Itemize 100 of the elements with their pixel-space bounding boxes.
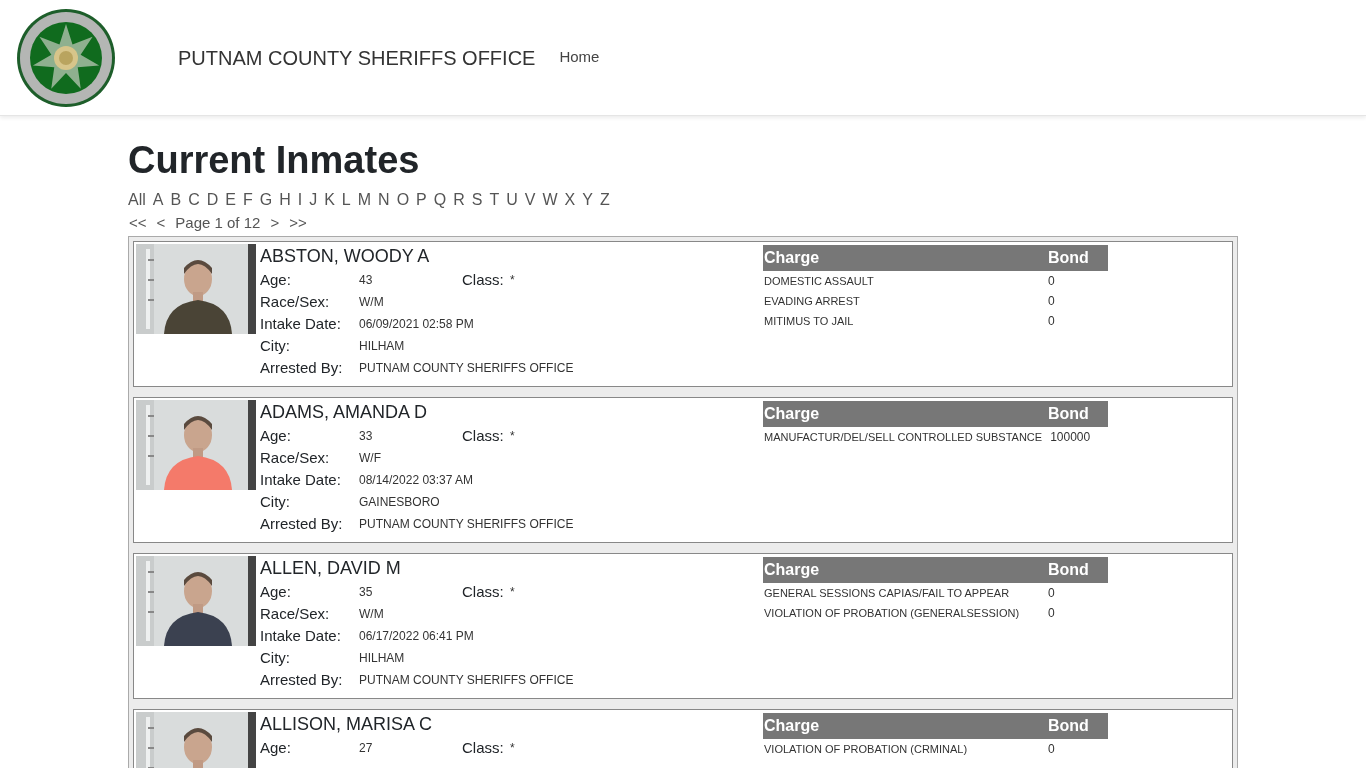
next-page-link[interactable]: > [270, 213, 280, 233]
column-header: Charge [763, 248, 821, 268]
field-value: PUTNAM COUNTY SHERIFFS OFFICE [359, 516, 574, 533]
field-value: PUTNAM COUNTY SHERIFFS OFFICE [359, 672, 574, 689]
page-heading: Current Inmates [128, 138, 421, 183]
letter-filter-link[interactable]: B [170, 190, 182, 210]
letter-filter-link[interactable]: V [524, 190, 536, 210]
bond-cell-text: 0 [1048, 605, 1055, 622]
field-label: City: [260, 491, 291, 512]
field-label: Arrested By: [260, 669, 344, 690]
letter-filter-link[interactable]: O [396, 190, 410, 210]
field-value: W/M [359, 606, 385, 623]
field-label: Class: [462, 425, 505, 446]
column-header: Bond [1048, 248, 1089, 268]
letter-filter-link[interactable]: S [471, 190, 483, 210]
letter-filter-link[interactable]: F [242, 190, 253, 210]
letter-filter-link[interactable]: U [506, 190, 518, 210]
field-label: Arrested By: [260, 357, 344, 378]
letter-filter-link[interactable]: L [341, 190, 351, 210]
field-label: City: [260, 647, 291, 668]
bond-cell-text: 0 [1048, 293, 1055, 310]
letter-filter-link[interactable]: Q [433, 190, 447, 210]
field-value: 33 [359, 428, 374, 445]
letter-filter-link[interactable]: K [324, 190, 335, 210]
page-indicator: Page 1 of 12 [175, 213, 261, 233]
field-value: PUTNAM COUNTY SHERIFFS OFFICE [359, 360, 574, 377]
letter-filter-link[interactable]: All [128, 190, 146, 210]
letter-filter-link[interactable]: G [259, 190, 273, 210]
field-value: W/M [359, 294, 385, 311]
charge-cell-text: DOMESTIC ASSAULT [763, 273, 875, 289]
letter-filter-link[interactable]: C [188, 190, 200, 210]
letter-filter-link[interactable]: J [309, 190, 318, 210]
field-value: W/F [359, 450, 382, 467]
field-value: * [510, 584, 515, 601]
letter-filter-link[interactable]: Y [582, 190, 593, 210]
field-label: Class: [462, 737, 505, 758]
field-label: Age: [260, 581, 292, 602]
inmate-name[interactable]: ALLEN, DAVID M [260, 557, 760, 579]
field-label: Intake Date: [260, 469, 342, 490]
field-value: 06/17/2022 06:41 PM [359, 628, 474, 645]
field-label: Intake Date: [260, 625, 342, 646]
letter-filter-link[interactable]: P [416, 190, 427, 210]
column-header: Charge [763, 716, 821, 736]
field-label: Age: [260, 425, 292, 446]
field-value: HILHAM [359, 650, 406, 667]
charge-cell-text: MITIMUS TO JAIL [763, 313, 855, 329]
letter-filter-link[interactable]: A [152, 190, 164, 210]
charge-cell-text: VIOLATION OF PROBATION (CRMINAL) [763, 741, 969, 757]
bond-cell-text: 100000 [1050, 429, 1091, 446]
field-label: Race/Sex: [260, 603, 331, 624]
last-page-link[interactable]: >> [289, 213, 307, 233]
column-header: Charge [763, 560, 821, 580]
letter-filter-link[interactable]: E [225, 190, 236, 210]
bond-cell-text: 0 [1048, 585, 1055, 602]
bond-cell-text: 0 [1048, 741, 1055, 758]
charge-cell-text: MANUFACTUR/DEL/SELL CONTROLLED SUBSTANCE [763, 429, 1044, 445]
field-label: City: [260, 335, 291, 356]
field-label: Race/Sex: [260, 291, 331, 312]
field-label: Arrested By: [260, 513, 344, 534]
letter-filter-link[interactable]: D [206, 190, 219, 210]
site-title[interactable]: PUTNAM COUNTY SHERIFFS OFFICE [178, 42, 536, 73]
inmate-name[interactable]: ADAMS, AMANDA D [260, 401, 760, 423]
field-value: 35 [359, 584, 374, 601]
field-label: Class: [462, 269, 505, 290]
letter-filter-link[interactable]: N [378, 190, 390, 210]
column-header: Bond [1048, 404, 1089, 424]
field-label: Intake Date: [260, 313, 342, 334]
column-header: Bond [1048, 560, 1089, 580]
first-page-link[interactable]: << [129, 213, 147, 233]
letter-filter-link[interactable]: R [453, 190, 465, 210]
sheriff-badge-logo[interactable] [16, 7, 116, 108]
nav-link[interactable]: Home [559, 46, 600, 69]
bond-cell-text: 0 [1048, 313, 1055, 330]
field-label: Class: [462, 581, 505, 602]
field-value: GAINESBORO [359, 494, 441, 511]
field-value: * [510, 740, 515, 757]
previous-page-link[interactable]: < [156, 213, 166, 233]
field-value: HILHAM [359, 338, 406, 355]
letter-filter-link[interactable]: H [279, 190, 291, 210]
field-label: Age: [260, 737, 292, 758]
field-value: 27 [359, 740, 374, 757]
field-value: * [510, 428, 515, 445]
charge-cell-text: GENERAL SESSIONS CAPIAS/FAIL TO APPEAR [763, 585, 1011, 601]
field-label: Age: [260, 269, 292, 290]
column-header: Charge [763, 404, 821, 424]
inmate-name[interactable]: ABSTON, WOODY A [260, 245, 760, 267]
letter-filter-link[interactable]: T [489, 190, 500, 210]
column-header: Bond [1048, 716, 1089, 736]
field-value: 08/14/2022 03:37 AM [359, 472, 474, 489]
field-value: 06/09/2021 02:58 PM [359, 316, 474, 333]
bond-cell-text: 0 [1048, 273, 1055, 290]
letter-filter-link[interactable]: M [357, 190, 372, 210]
letter-filter-link[interactable]: Z [599, 190, 610, 210]
field-label: Race/Sex: [260, 447, 331, 468]
letter-filter-link[interactable]: I [297, 190, 303, 210]
inmate-name[interactable]: ALLISON, MARISA C [260, 713, 760, 735]
charge-cell-text: VIOLATION OF PROBATION (GENERALSESSION) [763, 605, 1021, 621]
field-value: * [510, 272, 515, 289]
letter-filter-link[interactable]: X [564, 190, 576, 210]
letter-filter-link[interactable]: W [542, 190, 558, 210]
